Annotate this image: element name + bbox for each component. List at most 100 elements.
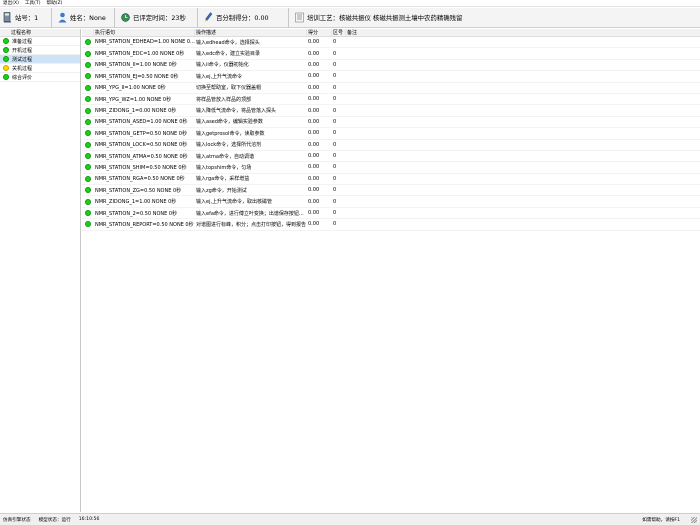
status-green-icon [85,84,91,91]
score-cell: 0.00 [308,73,320,80]
score-label: 百分制得分：0.00 [216,14,269,22]
row-status-cell [82,153,94,160]
sidebar-item-test[interactable]: 测试过程 [0,55,80,64]
score-cell: 0.00 [308,96,320,103]
table-row[interactable]: NMR_STATION_EDHEAD=1.00 NONE 0... 输入edhea… [82,37,700,49]
name-info: 姓名：None [55,7,115,28]
row-status-cell [82,39,94,46]
zone-cell: 0 [333,96,337,103]
description-cell: 输入zg命令，开始测试 [196,187,247,194]
description-cell: 输入edhead命令，选择探头 [196,39,260,46]
table-row[interactable]: NMR_STATION_SHIM=0.50 NONE 0秒 输入topshim命令… [82,162,700,174]
sidebar-item-evaluation[interactable]: 综合评价 [0,73,80,82]
elapsed-label: 已评定时间：23秒 [133,14,186,22]
row-status-cell [82,164,94,171]
menu-help[interactable]: 帮助(Z) [47,0,63,6]
menu-exit[interactable]: 退出(X) [3,0,19,6]
table-row[interactable]: NMR_STATION_REPORT=0.50 NONE 0秒 对谱图进行标峰，积… [82,219,700,231]
score-cell: 0.00 [308,61,320,68]
row-status-cell [82,187,94,194]
table-row[interactable]: NMR_YPG_II=1.00 NONE 0秒 切换至帮助室，取下仪器盖帽 0.00… [82,83,700,94]
table-row[interactable]: NMR_STATION_ATMA=0.50 NONE 0秒 输入atma命令，自动… [82,151,700,163]
zone-cell: 0 [333,164,337,171]
statement-cell: NMR_STATION_LOCK=0.50 NONE 0秒 [95,142,188,149]
table-row[interactable]: NMR_STATION_2=0.50 NONE 0秒 输入efa命令，进行傅立叶变… [82,208,700,220]
sidebar-item-label: 测试过程 [12,56,33,63]
statement-cell: NMR_STATION_ZG=0.50 NONE 0秒 [95,187,182,194]
table-row[interactable]: NMR_STATION_II=1.00 NONE 0秒 输入ii命令，仪器初始化 0… [82,60,700,72]
sidebar-item-shutdown[interactable]: 关机过程 [0,64,80,73]
status-yellow-icon [3,65,9,71]
sidebar-item-label: 准备过程 [12,38,33,45]
statement-cell: NMR_YPG_WZ=1.00 NONE 0秒 [95,96,172,103]
sidebar-item-startup[interactable]: 开机过程 [0,46,80,55]
score-cell: 0.00 [308,175,320,182]
table-row[interactable]: NMR_STATION_ZG=0.50 NONE 0秒 输入zg命令，开始测试 0.… [82,185,700,197]
help-hint: 如需帮助，请按F1 [642,518,680,523]
description-cell: 输入getprosol命令，读取参数 [196,130,265,137]
description-cell: 对谱图进行标峰，积分；点击打印按钮，得到报告 [196,221,307,228]
resize-grip[interactable] [691,517,697,523]
score-cell: 0.00 [308,130,320,137]
score-cell: 0.00 [308,141,320,148]
row-status-cell [82,61,94,68]
table-row[interactable]: NMR_ZIDONG_1=1.00 NONE 0秒 输入ej,上升气流命令，取出核… [82,196,700,208]
header-score[interactable]: 得分 [307,29,332,36]
row-status-cell [82,221,94,228]
table-body: NMR_STATION_EDHEAD=1.00 NONE 0... 输入edhea… [82,37,700,231]
status-green-icon [85,164,91,171]
engine-status: 仿真引擎状态 [3,517,31,523]
table-row[interactable]: NMR_ZIDONG_1=0.00 NONE 0秒 输入降低气流命令，将品管落入探… [82,105,700,117]
header-description[interactable]: 操作描述 [195,29,307,36]
sidebar-item-label: 关机过程 [12,65,33,72]
status-green-icon [85,153,91,160]
header-zone[interactable]: 区号 [332,29,346,36]
score-cell: 0.00 [308,164,320,171]
description-cell: 输入降低气流命令，将品管落入探头 [196,108,277,115]
sidebar-item-label: 开机过程 [12,47,33,54]
sidebar-item-prepare[interactable]: 准备过程 [0,37,80,46]
table-row[interactable]: NMR_YPG_WZ=1.00 NONE 0秒 将样品管放入样品的顶部 0.00 0 [82,94,700,106]
score-cell: 0.00 [308,84,320,91]
status-green-icon [85,39,91,46]
description-cell: 将样品管放入样品的顶部 [196,96,252,103]
status-green-icon [85,50,91,57]
row-status-cell [82,118,94,125]
description-cell: 输入ej,上升气流命令，取出核磁管 [196,199,273,206]
description-cell: 输入efa命令，进行傅立叶变换；出谱保存按钮... [196,210,304,217]
step-table: 执行语句 操作描述 得分 区号 备注 NMR_STATION_EDHEAD=1.… [82,29,700,512]
table-row[interactable]: NMR_STATION_RGA=0.50 NONE 0秒 输入rga命令，采样增益… [82,174,700,186]
pen-icon [205,12,213,22]
table-row[interactable]: NMR_STATION_EDC=1.00 NONE 0秒 输入edc命令，建立实验… [82,48,700,60]
zone-cell: 0 [333,221,337,228]
menu-tools[interactable]: 工具(T) [25,0,41,6]
status-green-icon [85,118,91,125]
statement-cell: NMR_ZIDONG_1=0.00 NONE 0秒 [95,108,177,115]
score-cell: 0.00 [308,198,320,205]
table-row[interactable]: NMR_STATION_ASED=1.00 NONE 0秒 输入ased命令，编辑… [82,117,700,129]
status-green-icon [85,96,91,103]
row-status-cell [82,84,94,91]
station-info: 站号：1 [0,7,52,28]
station-label: 站号：1 [15,14,39,22]
table-row[interactable]: NMR_STATION_LOCK=0.50 NONE 0秒 输入lock命令，选择… [82,140,700,151]
list-icon [295,12,304,23]
table-row[interactable]: NMR_STATION_GETP=0.50 NONE 0秒 输入getprosol… [82,128,700,140]
description-cell: 切换至帮助室，取下仪器盖帽 [196,85,262,92]
row-status-cell [82,50,94,57]
table-header: 执行语句 操作描述 得分 区号 备注 [82,29,700,37]
table-row[interactable]: NMR_STATION_EJ=0.50 NONE 0秒 输入ej,上升气流命令 0.… [82,71,700,83]
statement-cell: NMR_STATION_ATMA=0.50 NONE 0秒 [95,153,188,160]
score-cell: 0.00 [308,50,320,57]
menu-bar: 退出(X) 工具(T) 帮助(Z) [0,0,700,7]
header-statement[interactable]: 执行语句 [94,29,195,36]
elapsed-info: 已评定时间：23秒 [118,7,198,28]
row-status-cell [82,96,94,103]
zone-cell: 0 [333,107,337,114]
statement-cell: NMR_YPG_II=1.00 NONE 0秒 [95,85,166,92]
zone-cell: 0 [333,141,337,148]
zone-cell: 0 [333,84,337,91]
score-cell: 0.00 [308,39,320,46]
header-remark[interactable]: 备注 [346,29,700,36]
score-cell: 0.00 [308,221,320,228]
